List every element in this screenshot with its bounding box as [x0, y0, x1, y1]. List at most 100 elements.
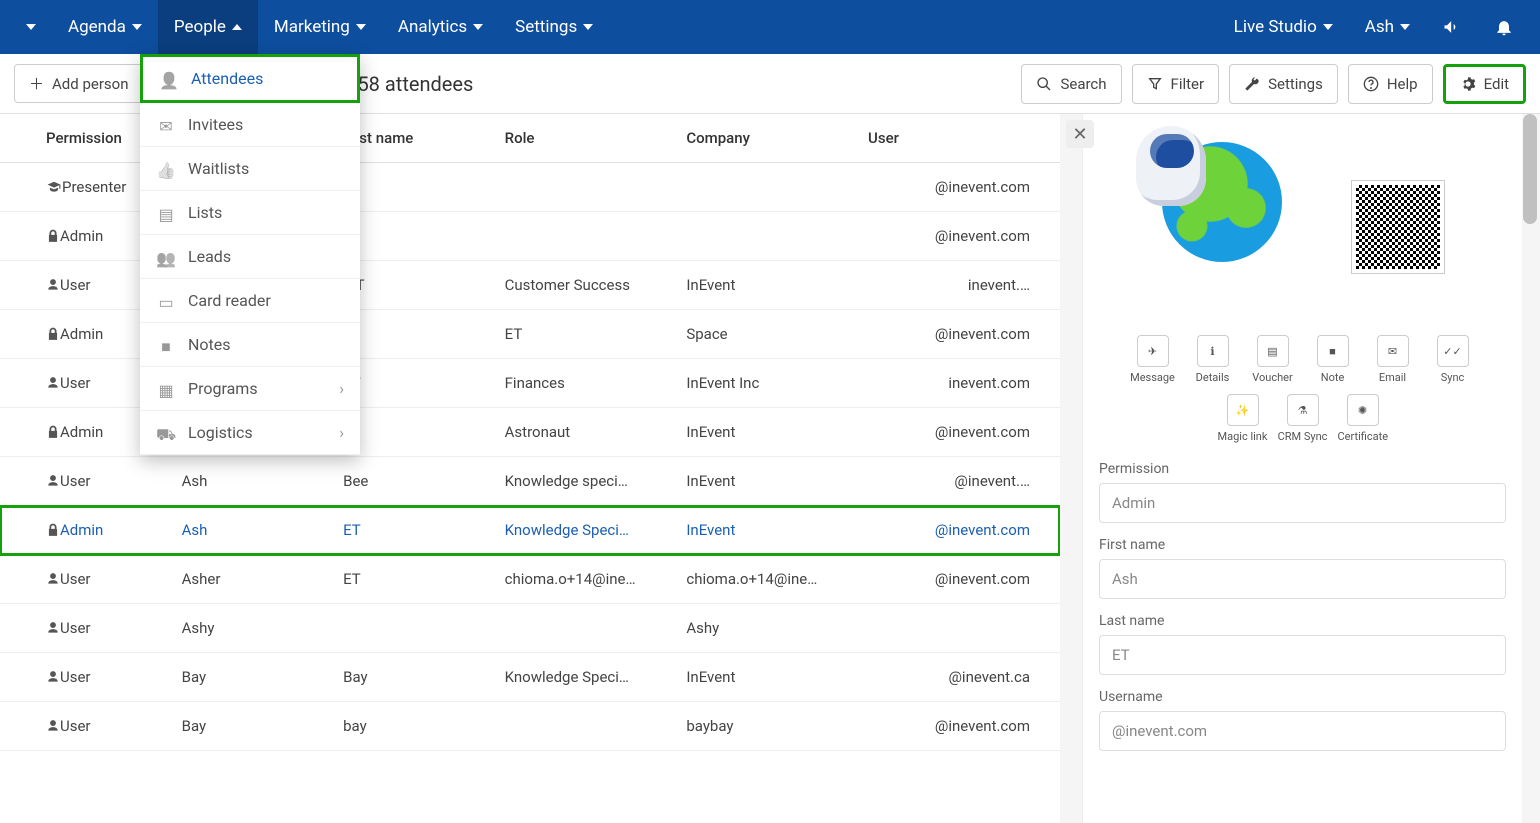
chevron-down-icon	[356, 24, 366, 30]
nav-analytics[interactable]: Analytics	[382, 0, 499, 54]
action-icon: ✓✓	[1437, 335, 1469, 367]
table-row[interactable]: UserBaybaybaybay@inevent.com	[0, 702, 1060, 751]
action-icon: ✈	[1137, 335, 1169, 367]
permission-select[interactable]: Admin	[1099, 483, 1506, 523]
action-label: Note	[1308, 371, 1358, 384]
action-voucher[interactable]: ▤ Voucher	[1248, 335, 1298, 384]
nav-live-studio[interactable]: Live Studio	[1218, 0, 1349, 54]
last-name-input[interactable]	[1099, 635, 1506, 675]
plus-icon: ＋	[29, 73, 44, 94]
table-row[interactable]: UserBayBayKnowledge Speci…InEvent@ineven…	[0, 653, 1060, 702]
nav-prev[interactable]	[10, 0, 52, 54]
action-label: Message	[1128, 371, 1178, 384]
bell-icon[interactable]	[1478, 0, 1530, 54]
top-nav: Agenda People Marketing Analytics Settin…	[0, 0, 1540, 54]
table-row[interactable]: UserAsherETchioma.o+14@ine…chioma.o+14@i…	[0, 555, 1060, 604]
nav-user[interactable]: Ash	[1349, 0, 1426, 54]
action-crm-sync[interactable]: ⚗CRM Sync	[1278, 394, 1328, 443]
submenu-item-logistics[interactable]: ⛟ Logistics ›	[140, 411, 360, 455]
action-sync[interactable]: ✓✓ Sync	[1428, 335, 1478, 384]
submenu-label: Notes	[188, 335, 231, 354]
column-header[interactable]: Company	[676, 114, 858, 163]
nav-marketing[interactable]: Marketing	[258, 0, 382, 54]
table-row[interactable]: AdminAshETKnowledge Speci…InEvent@ineven…	[0, 506, 1060, 555]
last-name-label: Last name	[1099, 613, 1506, 629]
wrench-icon	[1244, 76, 1260, 92]
action-email[interactable]: ✉Email	[1368, 335, 1418, 384]
submenu-label: Programs	[188, 379, 258, 398]
action-icon: ✺	[1347, 394, 1379, 426]
gear-icon	[1460, 76, 1476, 92]
note-icon: ■	[156, 337, 176, 353]
table-row[interactable]: UserAshyAshy	[0, 604, 1060, 653]
close-panel-button[interactable]: ✕	[1066, 120, 1094, 148]
submenu-item-notes[interactable]: ■ Notes	[140, 323, 360, 367]
edit-button[interactable]: Edit	[1443, 64, 1526, 104]
submenu-label: Logistics	[188, 423, 253, 442]
action-certificate[interactable]: ✺ Certificate	[1338, 394, 1388, 443]
submenu-item-attendees[interactable]: 👤 Attendees	[140, 54, 360, 103]
search-button[interactable]: Search	[1021, 64, 1121, 104]
action-label: Sync	[1428, 371, 1478, 384]
truck-icon: ⛟	[156, 425, 176, 441]
action-label: Details	[1188, 371, 1238, 384]
submenu-label: Waitlists	[188, 159, 249, 178]
chevron-up-icon	[232, 24, 242, 30]
action-label: Magic link	[1218, 430, 1268, 443]
scrollbar-thumb[interactable]	[1523, 114, 1537, 224]
submenu-item-lists[interactable]: ▤ Lists	[140, 191, 360, 235]
nav-people[interactable]: People	[158, 0, 258, 54]
settings-button[interactable]: Settings	[1229, 64, 1338, 104]
chevron-right-icon: ›	[339, 423, 344, 442]
permission-label: Permission	[1099, 461, 1506, 477]
submenu-label: Lists	[188, 203, 222, 222]
action-label: Certificate	[1338, 430, 1388, 443]
first-name-label: First name	[1099, 537, 1506, 553]
chevron-down-icon	[1323, 24, 1333, 30]
avatar-illustration	[1162, 142, 1332, 312]
column-header[interactable]: Role	[495, 114, 677, 163]
submenu-item-programs[interactable]: ▦Programs›	[140, 367, 360, 411]
action-icon: ✨	[1227, 394, 1259, 426]
action-icon: ▤	[1257, 335, 1289, 367]
first-name-input[interactable]	[1099, 559, 1506, 599]
grid-icon: ▦	[156, 381, 176, 397]
filter-button[interactable]: Filter	[1132, 64, 1220, 104]
thumbs-up-icon: 👍	[156, 161, 176, 177]
action-magic-link[interactable]: ✨ Magic link	[1218, 394, 1268, 443]
submenu-item-invitees[interactable]: ✉ Invitees	[140, 103, 360, 147]
megaphone-icon[interactable]	[1426, 0, 1478, 54]
envelope-icon: ✉	[156, 117, 176, 133]
action-details[interactable]: ℹDetails	[1188, 335, 1238, 384]
group-icon: 👥	[156, 249, 176, 265]
action-icon: ✉	[1377, 335, 1409, 367]
qr-code	[1352, 181, 1444, 273]
chevron-down-icon	[1400, 24, 1410, 30]
nav-agenda[interactable]: Agenda	[52, 0, 158, 54]
help-button[interactable]: Help	[1348, 64, 1433, 104]
detail-panel: ✈ Message ℹDetails ▤ Voucher ■ Note ✉Email ✓✓ Syn…	[1082, 114, 1522, 823]
chevron-down-icon	[473, 24, 483, 30]
action-icon: ■	[1317, 335, 1349, 367]
list-icon: ▤	[156, 205, 176, 221]
search-icon	[1036, 76, 1052, 92]
table-row[interactable]: UserAshBeeKnowledge speci…InEvent@ineven…	[0, 457, 1060, 506]
action-label: Voucher	[1248, 371, 1298, 384]
add-person-button[interactable]: ＋Add person	[14, 64, 143, 103]
action-message[interactable]: ✈ Message	[1128, 335, 1178, 384]
username-input[interactable]	[1099, 711, 1506, 751]
submenu-label: Attendees	[191, 69, 263, 88]
nav-settings[interactable]: Settings	[499, 0, 609, 54]
chevron-down-icon	[26, 24, 36, 30]
submenu-item-card-reader[interactable]: ▭Card reader	[140, 279, 360, 323]
column-header[interactable]: User	[858, 114, 1060, 163]
action-note[interactable]: ■ Note	[1308, 335, 1358, 384]
panel-hero	[1099, 124, 1506, 329]
submenu-label: Invitees	[188, 115, 243, 134]
person-icon: 👤	[159, 71, 179, 87]
submenu-label: Card reader	[188, 291, 271, 310]
chevron-down-icon	[583, 24, 593, 30]
filter-icon	[1147, 76, 1163, 92]
submenu-item-leads[interactable]: 👥Leads	[140, 235, 360, 279]
submenu-item-waitlists[interactable]: 👍 Waitlists	[140, 147, 360, 191]
